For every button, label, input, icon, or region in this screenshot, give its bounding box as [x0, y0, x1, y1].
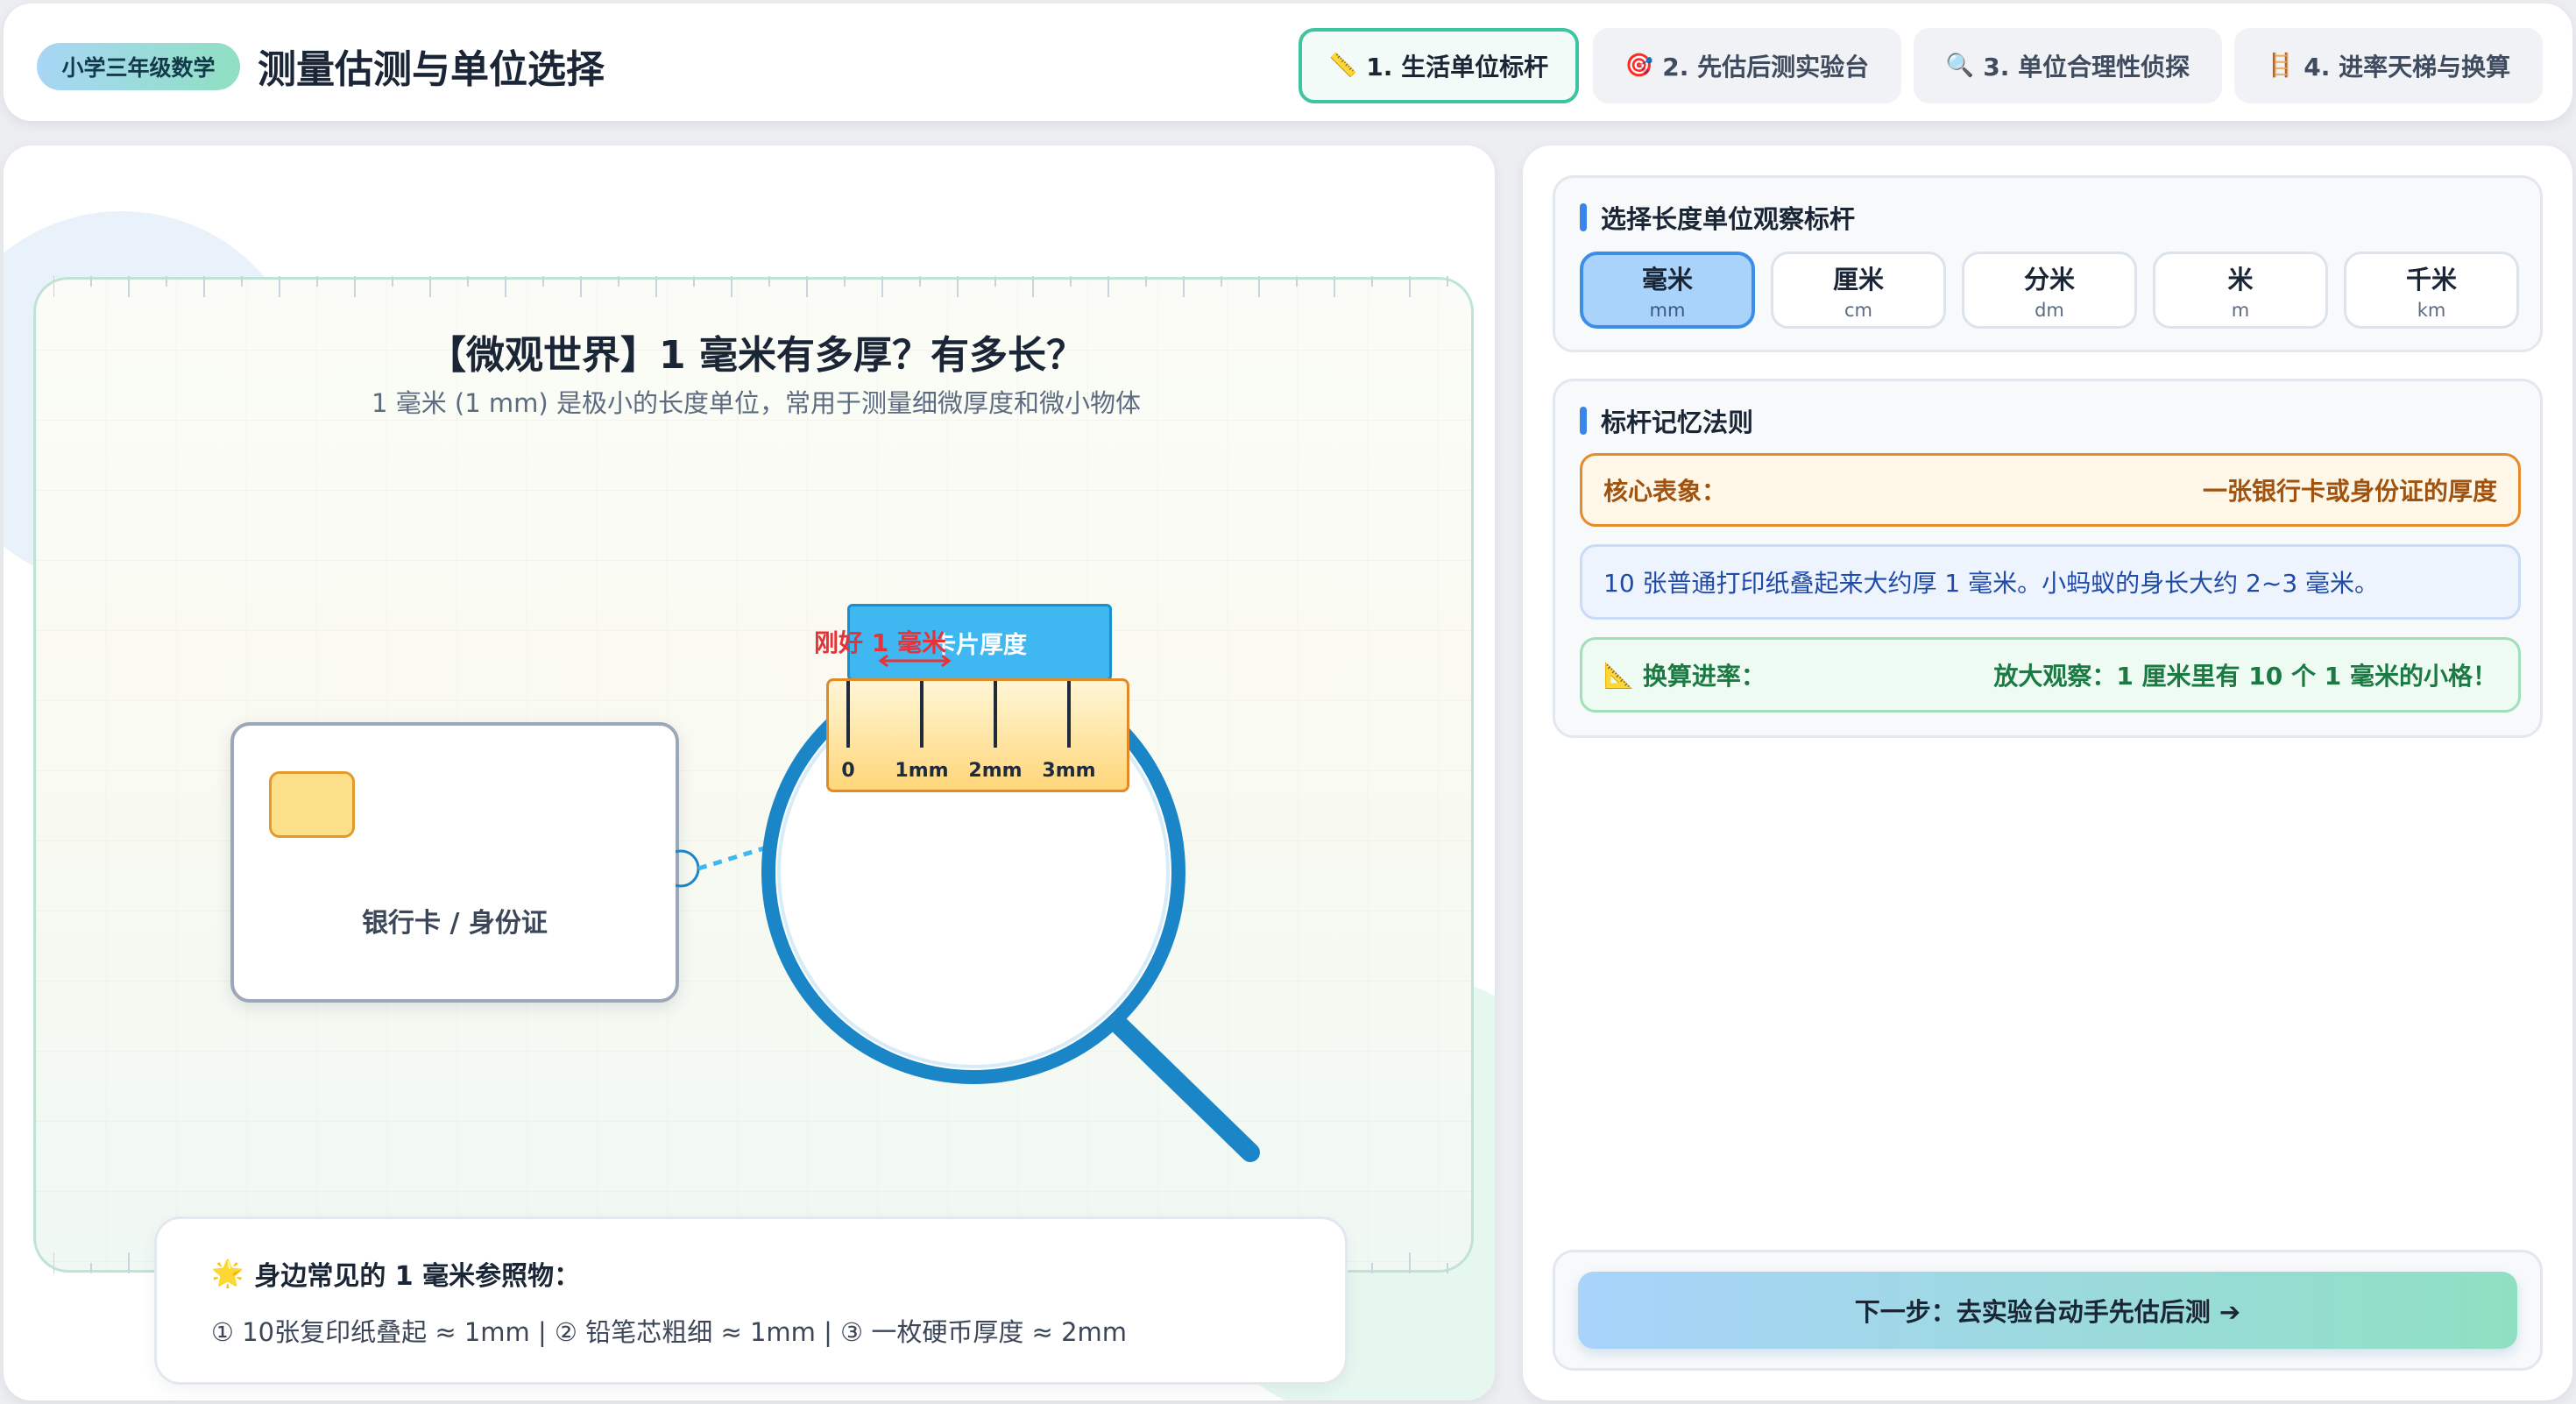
memory-rules-title: 标杆记忆法则 [1580, 402, 1753, 439]
unit-abbr: cm [1844, 300, 1872, 321]
ruler-decoration-top [53, 276, 1448, 297]
stage-title: 【微观世界】1 毫米有多厚？有多长？ [428, 333, 1085, 378]
unit-name: 米 [2227, 265, 2254, 294]
unit-abbr: dm [2035, 300, 2064, 321]
section-title-text: 标杆记忆法则 [1601, 408, 1754, 437]
conversion-value: 放大观察：1 厘米里有 10 个 1 毫米的小格！ [1993, 662, 2497, 691]
unit-selector-title: 选择长度单位观察标杆 [1580, 199, 1855, 236]
ruler-tick-label: 3mm [1042, 760, 1096, 782]
tab-estimate-lab[interactable]: 🎯 2. 先估后测实验台 [1593, 28, 1901, 103]
ruler-tick [994, 681, 997, 748]
magnifier-icon: 🔍 [1945, 53, 1975, 79]
unit-abbr: mm [1649, 300, 1686, 321]
reference-objects-box: 🌟 身边常见的 1 毫米参照物： ① 10张复印纸叠起 ≈ 1mm | ② 铅笔… [154, 1216, 1348, 1385]
ladder-icon: 🪜 [2266, 53, 2296, 79]
unit-button-km[interactable]: 千米 km [2344, 252, 2519, 329]
mm-ruler: 0 1mm 2mm 3mm [826, 678, 1129, 792]
unit-name: 毫米 [1641, 265, 1693, 294]
card-chip-icon [269, 771, 355, 838]
unit-name: 厘米 [1832, 265, 1884, 294]
unit-abbr: m [2231, 300, 2250, 321]
card-label: 银行卡 / 身份证 [362, 908, 548, 939]
visual-panel: 【微观世界】1 毫米有多厚？有多长？ 1 毫米 (1 mm) 是极小的长度单位，… [4, 145, 1495, 1400]
tab-unit-detective[interactable]: 🔍 3. 单位合理性侦探 [1914, 28, 2222, 103]
unit-abbr: km [2417, 300, 2446, 321]
micro-world-stage: 【微观世界】1 毫米有多厚？有多长？ 1 毫米 (1 mm) 是极小的长度单位，… [33, 276, 1474, 1273]
tab-label: 4. 进率天梯与换算 [2304, 53, 2511, 82]
target-icon: 🎯 [1624, 53, 1654, 79]
ruler-tick-label: 1mm [895, 760, 949, 782]
tab-label: 2. 先估后测实验台 [1662, 53, 1870, 82]
exactly-1mm-label: 刚好 1 毫米 [814, 628, 946, 657]
bank-card-illustration: 银行卡 / 身份证 [230, 722, 679, 1003]
reference-title: 🌟 身边常见的 1 毫米参照物： [211, 1254, 580, 1293]
unit-button-dm[interactable]: 分米 dm [1962, 252, 2137, 329]
section-bar [1580, 407, 1587, 435]
ruler-icon: 📏 [1328, 53, 1358, 79]
page-title: 测量估测与单位选择 [258, 47, 605, 92]
ruler-tick [846, 681, 850, 748]
tab-conversion-ladder[interactable]: 🪜 4. 进率天梯与换算 [2234, 28, 2543, 103]
conversion-label: 换算进率： [1642, 662, 1766, 691]
examples-text: 10 张普通打印纸叠起来大约厚 1 毫米。小蚂蚁的身长大约 2~3 毫米。 [1603, 569, 2380, 598]
unit-selector-card: 选择长度单位观察标杆 毫米 mm 厘米 cm 分米 dm 米 m 千米 km [1553, 175, 2543, 352]
reference-title-text: 身边常见的 1 毫米参照物： [254, 1261, 581, 1292]
stage-subtitle: 1 毫米 (1 mm) 是极小的长度单位，常用于测量细微厚度和微小物体 [372, 388, 1141, 418]
star-icon: 🌟 [211, 1258, 244, 1289]
control-panel: 选择长度单位观察标杆 毫米 mm 厘米 cm 分米 dm 米 m 千米 km 标… [1523, 145, 2572, 1400]
examples-rule: 10 张普通打印纸叠起来大约厚 1 毫米。小蚂蚁的身长大约 2~3 毫米。 [1580, 544, 2521, 620]
next-step-container: 下一步：去实验台动手先估后测 ➔ [1553, 1250, 2543, 1371]
grade-badge: 小学三年级数学 [37, 43, 240, 90]
reference-list: ① 10张复印纸叠起 ≈ 1mm | ② 铅笔芯粗细 ≈ 1mm | ③ 一枚硬… [211, 1317, 1128, 1347]
double-arrow-icon [878, 655, 952, 667]
ruler-tick-label: 0 [841, 760, 855, 782]
top-header: 小学三年级数学 测量估测与单位选择 📏 1. 生活单位标杆 🎯 2. 先估后测实… [4, 4, 2572, 121]
unit-button-cm[interactable]: 厘米 cm [1771, 252, 1946, 329]
core-image-rule: 核心表象： 一张银行卡或身份证的厚度 [1580, 453, 2521, 527]
conversion-label-group: 📐 换算进率： [1603, 657, 1766, 692]
unit-button-mm[interactable]: 毫米 mm [1580, 252, 1755, 329]
unit-button-m[interactable]: 米 m [2153, 252, 2328, 329]
unit-name: 分米 [2023, 265, 2075, 294]
memory-rules-card: 标杆记忆法则 核心表象： 一张银行卡或身份证的厚度 10 张普通打印纸叠起来大约… [1553, 379, 2543, 738]
conversion-rule: 📐 换算进率： 放大观察：1 厘米里有 10 个 1 毫米的小格！ [1580, 637, 2521, 713]
triangle-ruler-icon: 📐 [1603, 660, 1634, 690]
ruler-tick [920, 681, 924, 748]
tab-label: 3. 单位合理性侦探 [1983, 53, 2190, 82]
core-label: 核心表象： [1603, 477, 1727, 506]
section-bar [1580, 203, 1587, 231]
ruler-tick [1067, 681, 1071, 748]
ruler-tick-label: 2mm [968, 760, 1023, 782]
section-title-text: 选择长度单位观察标杆 [1601, 204, 1856, 234]
unit-name: 千米 [2405, 265, 2457, 294]
core-value: 一张银行卡或身份证的厚度 [2202, 477, 2497, 506]
next-step-button[interactable]: 下一步：去实验台动手先估后测 ➔ [1578, 1272, 2517, 1349]
tab-unit-benchmarks[interactable]: 📏 1. 生活单位标杆 [1299, 28, 1579, 103]
tab-label: 1. 生活单位标杆 [1366, 53, 1549, 82]
